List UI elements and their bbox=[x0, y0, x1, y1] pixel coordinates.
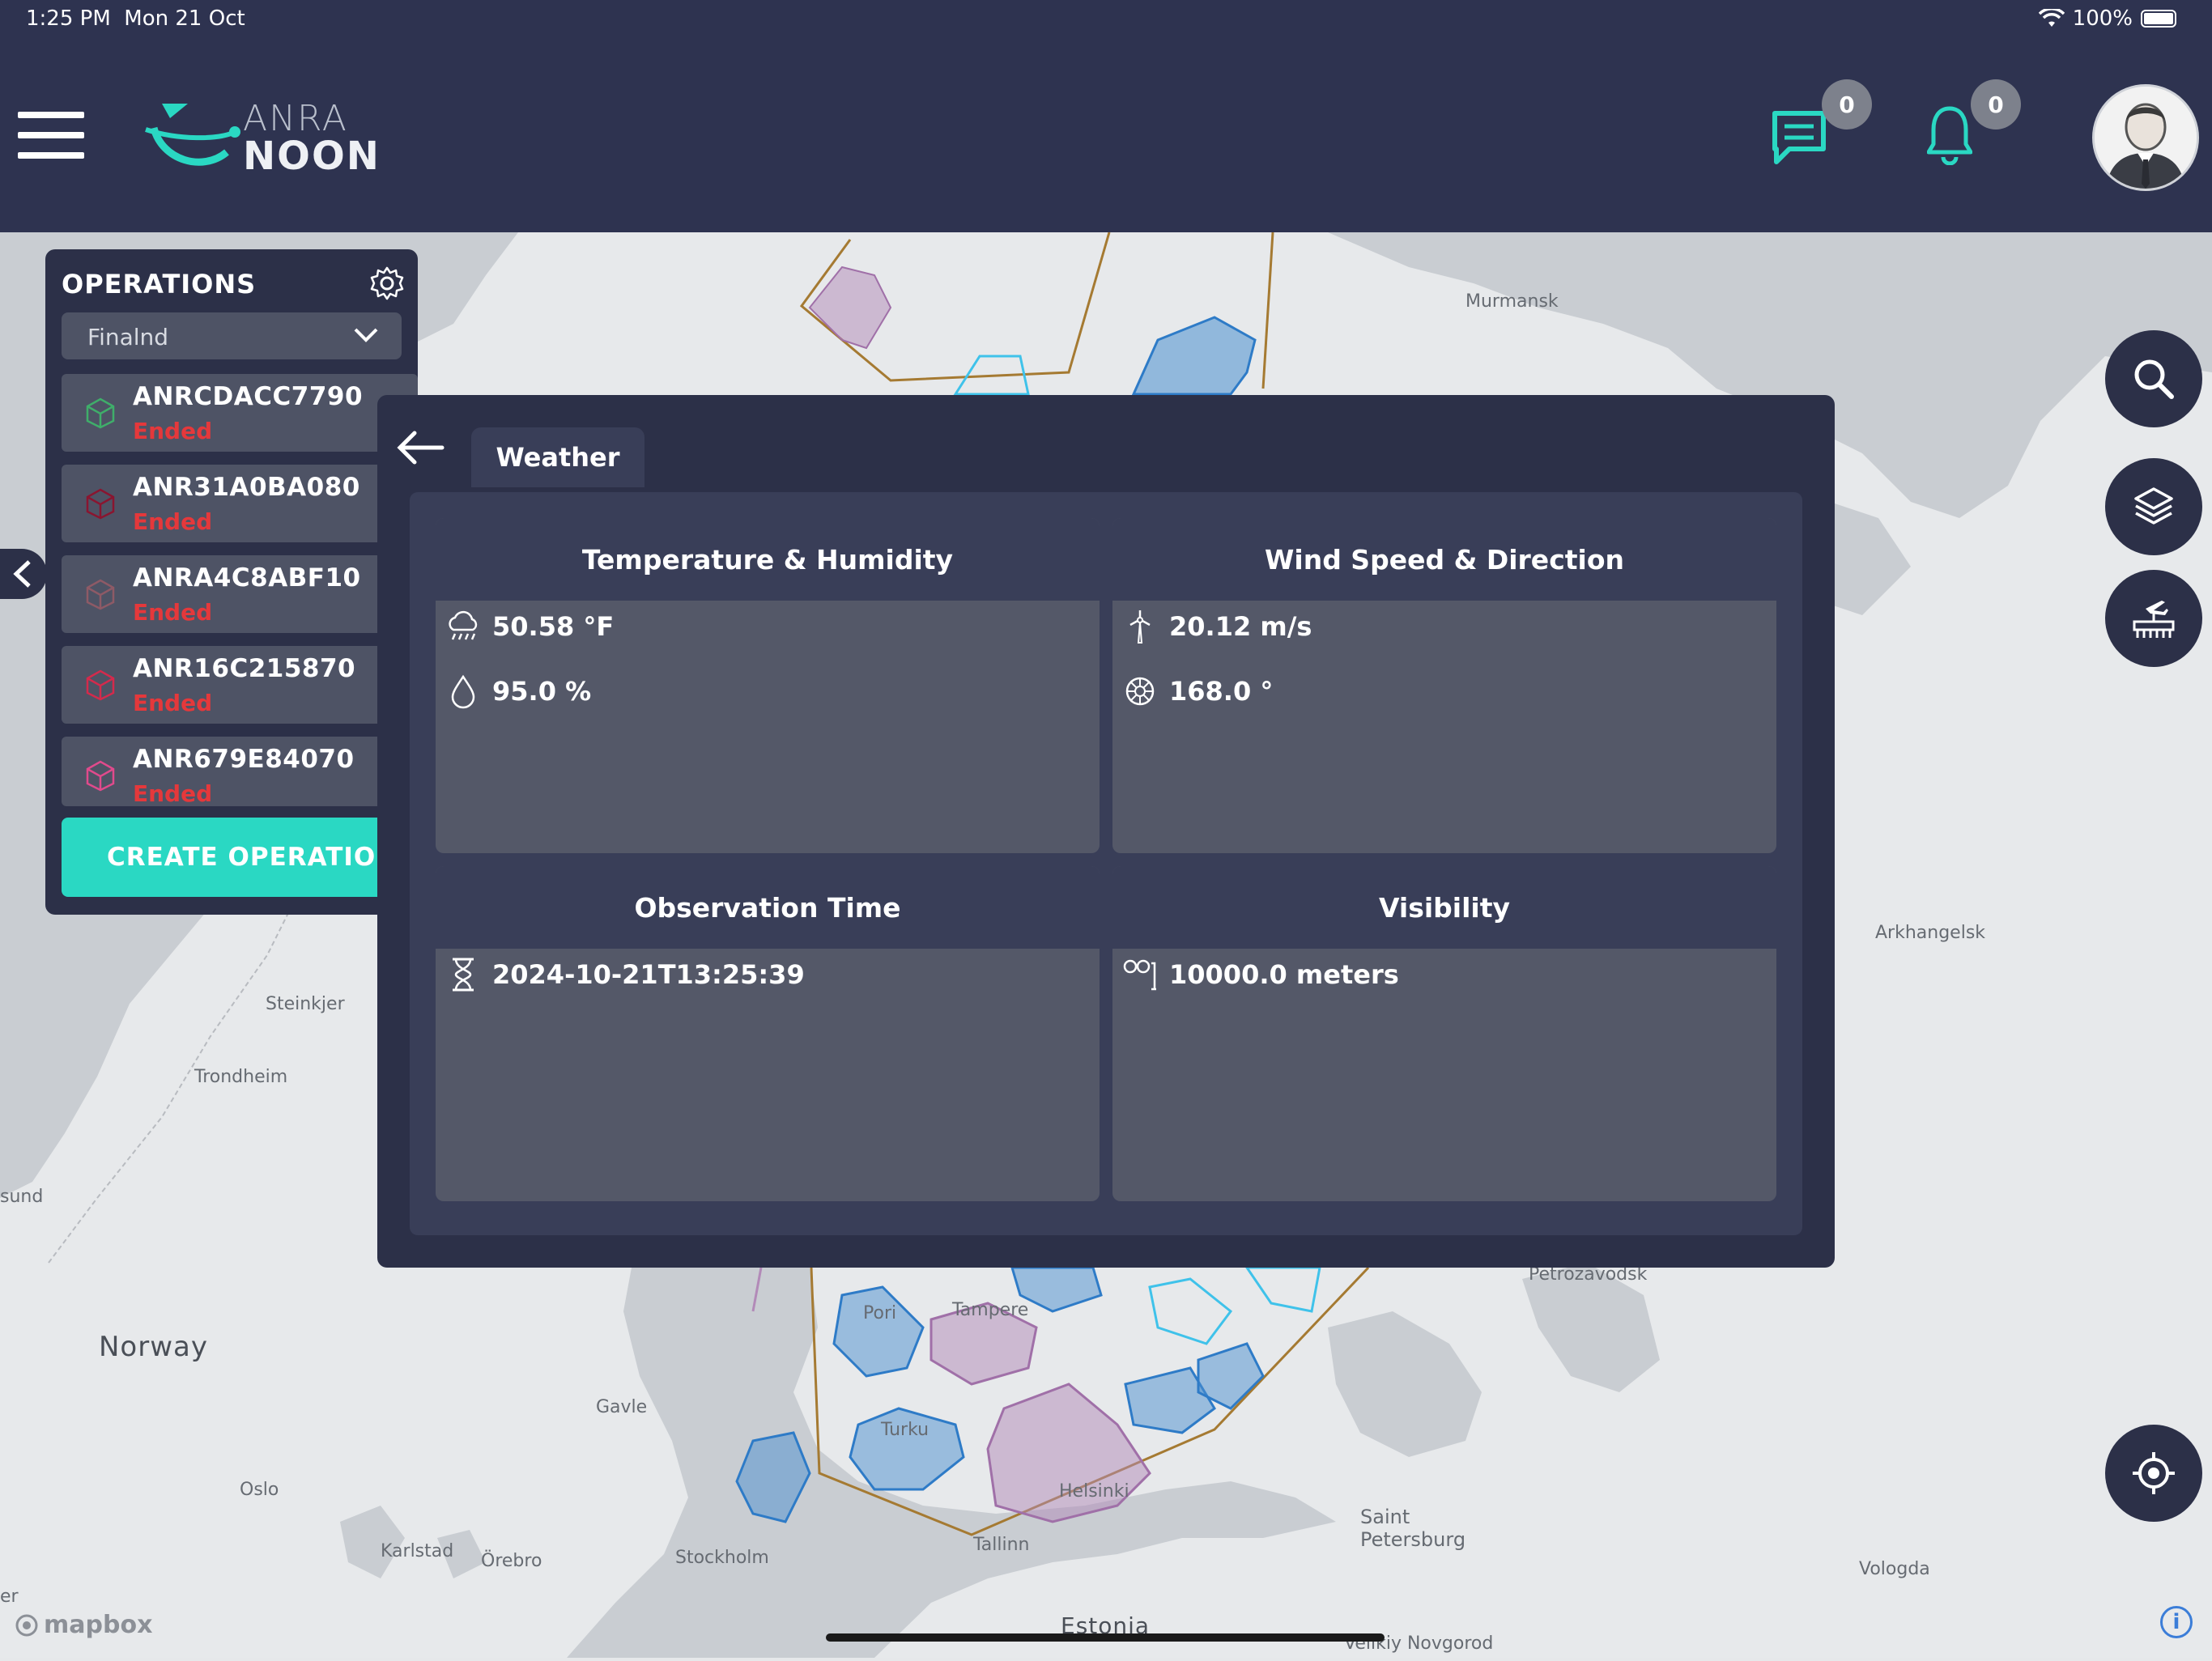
info-icon[interactable]: i bbox=[2160, 1606, 2193, 1638]
temperature-value: 50.58 °F bbox=[492, 611, 615, 642]
collapse-panel-button[interactable] bbox=[0, 549, 47, 599]
card-title: Wind Speed & Direction bbox=[1112, 518, 1776, 601]
visibility-value: 10000.0 meters bbox=[1169, 959, 1399, 990]
map-label-tallinn: Tallinn bbox=[973, 1535, 1030, 1555]
observation-time-card: Observation Time 2024-10-21T13:25:39 bbox=[436, 866, 1100, 1201]
card-title: Observation Time bbox=[436, 866, 1100, 949]
create-operation-button[interactable]: CREATE OPERATION bbox=[62, 818, 418, 897]
hourglass-icon bbox=[453, 958, 474, 992]
wind-turbine-icon bbox=[1129, 610, 1151, 644]
map-label-murmansk: Murmansk bbox=[1465, 291, 1559, 312]
status-bar-time: 1:25 PM Mon 21 Oct bbox=[26, 6, 245, 31]
humidity-row: 95.0 % bbox=[445, 673, 591, 709]
map-label-helsinki: Helsinki bbox=[1059, 1481, 1129, 1502]
map-label-steinkjer: Steinkjer bbox=[266, 994, 345, 1014]
region-select-value: Finalnd bbox=[87, 324, 169, 350]
map-label-stockholm: Stockholm bbox=[675, 1548, 769, 1568]
binoculars-icon bbox=[1123, 959, 1156, 991]
cloud-rain-icon bbox=[449, 610, 478, 640]
map-label-gavle: Gavle bbox=[596, 1397, 648, 1417]
wind-speed-row: 20.12 m/s bbox=[1122, 609, 1312, 644]
gear-icon[interactable] bbox=[369, 266, 405, 301]
visibility-row: 10000.0 meters bbox=[1122, 957, 1399, 992]
card-title: Temperature & Humidity bbox=[436, 518, 1100, 601]
chevron-left-icon bbox=[13, 560, 31, 588]
card-title: Visibility bbox=[1112, 866, 1776, 949]
wind-direction-value: 168.0 ° bbox=[1169, 676, 1274, 707]
layers-button[interactable] bbox=[2105, 458, 2202, 555]
visibility-card: Visibility 10000.0 meters bbox=[1112, 866, 1776, 1201]
operations-panel: OPERATIONS Finalnd ANRCDACC7790 Ended AN… bbox=[45, 249, 418, 915]
wifi-icon bbox=[2038, 9, 2065, 27]
wind-speed-value: 20.12 m/s bbox=[1169, 611, 1312, 642]
battery-percent: 100% bbox=[2072, 6, 2133, 31]
cube-icon bbox=[86, 397, 115, 429]
droplet-icon bbox=[451, 674, 475, 709]
cube-icon bbox=[86, 579, 115, 610]
map-label-trondheim: Trondheim bbox=[194, 1067, 288, 1087]
chat-icon[interactable] bbox=[1770, 108, 1828, 167]
temperature-row: 50.58 °F bbox=[445, 609, 614, 644]
operations-title: OPERATIONS bbox=[62, 269, 257, 299]
cube-icon bbox=[86, 760, 115, 792]
chevron-down-icon bbox=[354, 328, 378, 342]
messages-badge: 0 bbox=[1822, 79, 1872, 130]
cube-icon bbox=[86, 669, 115, 701]
map-label-er: er bbox=[0, 1587, 19, 1607]
map-label-oslo: Oslo bbox=[240, 1480, 279, 1500]
airport-icon bbox=[2133, 601, 2175, 638]
back-arrow-icon[interactable] bbox=[393, 427, 447, 468]
locate-button[interactable] bbox=[2105, 1425, 2202, 1522]
search-icon bbox=[2134, 359, 2174, 399]
map-label-sund: sund bbox=[0, 1187, 44, 1207]
app-header: 1:25 PM Mon 21 Oct 100% ANRA NOON 0 0 bbox=[0, 0, 2212, 232]
map-label-petersburg: Petersburg bbox=[1360, 1528, 1466, 1551]
temperature-humidity-card: Temperature & Humidity 50.58 °F 95.0 % bbox=[436, 518, 1100, 853]
tab-weather[interactable]: Weather bbox=[471, 427, 644, 487]
weather-content: Temperature & Humidity 50.58 °F 95.0 % W… bbox=[410, 492, 1802, 1235]
bell-icon[interactable] bbox=[1927, 105, 1972, 165]
operation-item[interactable]: ANR31A0BA080 Ended bbox=[62, 465, 418, 542]
observation-time-value: 2024-10-21T13:25:39 bbox=[492, 959, 805, 990]
cube-icon bbox=[86, 488, 115, 520]
home-indicator bbox=[826, 1633, 1385, 1642]
operation-item[interactable]: ANRCDACC7790 Ended bbox=[62, 374, 418, 452]
region-select[interactable]: Finalnd bbox=[62, 312, 402, 359]
menu-icon[interactable] bbox=[18, 112, 84, 160]
wind-card: Wind Speed & Direction 20.12 m/s 168.0 ° bbox=[1112, 518, 1776, 853]
battery-icon bbox=[2141, 10, 2176, 28]
logo-wordmark: ANRA NOON bbox=[243, 98, 381, 179]
map-label-norway: Norway bbox=[99, 1331, 208, 1363]
user-avatar[interactable] bbox=[2092, 84, 2199, 191]
layers-icon bbox=[2134, 487, 2173, 525]
mapbox-attribution[interactable]: mapbox bbox=[15, 1611, 152, 1639]
mapbox-logo-icon bbox=[15, 1614, 38, 1636]
wind-direction-row: 168.0 ° bbox=[1122, 673, 1273, 709]
airport-button[interactable] bbox=[2105, 570, 2202, 667]
map-label-karlstad: Karlstad bbox=[381, 1541, 454, 1561]
operation-item[interactable]: ANR679E84070 Ended bbox=[62, 737, 418, 806]
map-label-pori: Pori bbox=[863, 1303, 897, 1323]
humidity-value: 95.0 % bbox=[492, 676, 592, 707]
status-bar-right: 100% bbox=[2038, 6, 2176, 31]
weather-panel: Weather Temperature & Humidity 50.58 °F bbox=[377, 395, 1835, 1268]
map-label-orebro: Örebro bbox=[481, 1551, 542, 1571]
observation-time-row: 2024-10-21T13:25:39 bbox=[445, 957, 805, 992]
map-label-vologda: Vologda bbox=[1859, 1559, 1930, 1579]
operation-item[interactable]: ANRA4C8ABF10 Ended bbox=[62, 555, 418, 633]
map-label-saint: Saint bbox=[1360, 1506, 1410, 1528]
search-button[interactable] bbox=[2105, 330, 2202, 427]
map-label-arkhangelsk: Arkhangelsk bbox=[1875, 923, 1986, 943]
notifications-badge: 0 bbox=[1971, 79, 2021, 130]
compass-icon bbox=[1125, 677, 1155, 706]
operation-item[interactable]: ANR16C215870 Ended bbox=[62, 646, 418, 724]
map-label-turku: Turku bbox=[881, 1420, 929, 1440]
locate-icon bbox=[2133, 1452, 2175, 1494]
map-label-tampere: Tampere bbox=[952, 1300, 1029, 1320]
user-icon bbox=[2095, 87, 2197, 189]
